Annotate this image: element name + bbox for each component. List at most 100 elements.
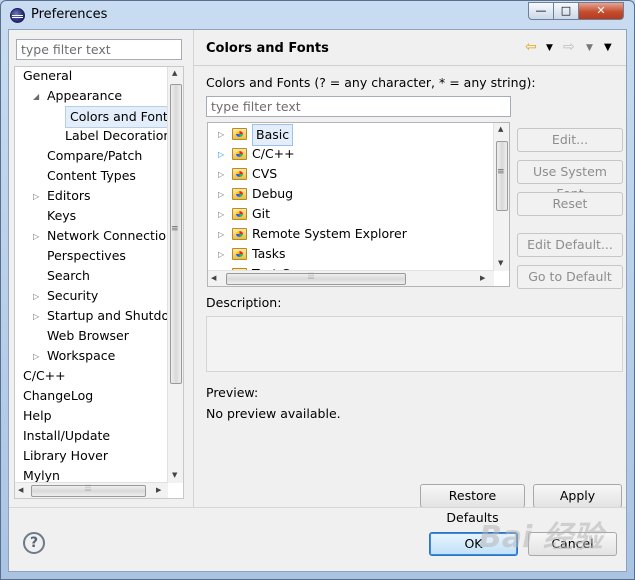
tree-item[interactable]: General xyxy=(23,67,73,86)
color-folder-icon xyxy=(232,148,247,160)
tree-item[interactable]: ▷ Editors xyxy=(33,186,91,206)
collapsed-triangle-icon[interactable]: ▷ xyxy=(218,165,224,185)
view-menu-icon[interactable]: ▼ xyxy=(604,42,612,53)
reset-button[interactable]: Reset xyxy=(517,192,623,216)
scroll-left-arrow-icon[interactable]: ◀ xyxy=(211,274,216,282)
maximize-button[interactable]: □ xyxy=(553,2,579,20)
tree-item[interactable]: Help xyxy=(23,406,52,426)
tree-item[interactable]: Web Browser xyxy=(47,326,129,346)
tree-item-label: ChangeLog xyxy=(23,388,94,403)
tree-item[interactable]: Compare/Patch xyxy=(47,146,142,166)
collapsed-triangle-icon[interactable]: ▷ xyxy=(33,227,39,247)
tree-vertical-scrollbar[interactable]: ▲ ≡ ▼ xyxy=(167,67,183,483)
tree-item[interactable]: Perspectives xyxy=(47,246,126,266)
collapsed-triangle-icon[interactable]: ▷ xyxy=(33,307,39,327)
preferences-filter-input[interactable]: type filter text xyxy=(16,39,182,60)
colors-tree-vertical-scrollbar[interactable]: ▲ ≡ ▼ xyxy=(493,123,509,271)
minimize-button[interactable]: — xyxy=(528,2,554,20)
use-system-font-button[interactable]: Use System Font xyxy=(517,160,623,201)
preferences-tree[interactable]: General ◢ Appearance Colors and Fonts Label … xyxy=(14,66,184,499)
tree-item[interactable]: Label Decorations xyxy=(65,126,178,146)
tree-item-label: Help xyxy=(23,408,52,423)
edit-default-button[interactable]: Edit Default... xyxy=(517,233,623,257)
scroll-right-arrow-icon[interactable]: ▶ xyxy=(480,274,485,282)
edit-button[interactable]: Edit... xyxy=(517,128,623,152)
tree-item-label: Content Types xyxy=(47,168,136,183)
collapsed-triangle-icon[interactable]: ▷ xyxy=(218,245,224,265)
baidu-watermark: Bai 经验 xyxy=(479,520,603,555)
page-header: Colors and Fonts ⇦ ▼ ⇨ ▼ ▼ xyxy=(194,30,626,66)
forward-arrow-icon[interactable]: ⇨ xyxy=(563,39,575,55)
scroll-left-arrow-icon[interactable]: ◀ xyxy=(18,486,23,494)
tree-horizontal-scrollbar[interactable]: ◀ ⦙⦙⦙ ▶ xyxy=(15,482,168,498)
color-category-label: C/C++ xyxy=(252,146,295,161)
color-folder-icon xyxy=(232,208,247,220)
forward-history-dropdown-icon[interactable]: ▼ xyxy=(586,43,593,53)
colors-fonts-tree[interactable]: ▷ Basic ▷ C/C++ ▷ CVS ▷ Debug ▷ Git ▷ Remote System… xyxy=(207,122,510,287)
colors-tree-hscroll-thumb[interactable] xyxy=(226,273,406,285)
color-category-label: Debug xyxy=(252,186,294,201)
back-arrow-icon[interactable]: ⇦ xyxy=(525,39,537,55)
close-button[interactable]: ✕ xyxy=(578,2,624,20)
tree-item-label: Label Decorations xyxy=(65,128,178,143)
panel-sash[interactable] xyxy=(193,30,194,507)
page-title: Colors and Fonts xyxy=(206,41,329,56)
color-category-label: Remote System Explorer xyxy=(252,226,407,241)
tree-item[interactable]: Install/Update xyxy=(23,426,110,446)
scroll-down-arrow-icon[interactable]: ▼ xyxy=(498,259,503,267)
tree-item[interactable]: Keys xyxy=(47,206,76,226)
collapsed-triangle-icon[interactable]: ▷ xyxy=(33,287,39,307)
window-title: Preferences xyxy=(31,7,108,22)
tree-item[interactable]: ▷ Security xyxy=(33,286,99,306)
tree-item-label: Security xyxy=(47,288,99,303)
color-folder-icon xyxy=(232,248,247,260)
tree-item[interactable]: ▷ Workspace xyxy=(33,346,115,366)
tree-item[interactable]: ▷ Startup and Shutdown xyxy=(33,306,183,326)
tree-item-label: Install/Update xyxy=(23,428,111,443)
scroll-grip-icon: ≡ xyxy=(171,224,179,234)
restore-defaults-button[interactable]: Restore Defaults xyxy=(420,484,525,525)
tree-item[interactable]: Colors and Fonts xyxy=(65,106,180,128)
tree-item-label: General xyxy=(23,68,73,83)
tree-item[interactable]: ChangeLog xyxy=(23,386,93,406)
tree-scroll-thumb[interactable] xyxy=(170,84,182,384)
tree-item[interactable]: Library Hover xyxy=(23,446,108,466)
preview-label: Preview: xyxy=(206,385,259,400)
go-to-default-button[interactable]: Go to Default xyxy=(517,265,623,289)
back-history-dropdown-icon[interactable]: ▼ xyxy=(546,43,553,53)
expanded-triangle-icon[interactable]: ◢ xyxy=(33,87,39,107)
collapsed-triangle-icon[interactable]: ▷ xyxy=(218,225,224,245)
tree-item[interactable]: Search xyxy=(47,266,90,286)
scroll-down-arrow-icon[interactable]: ▼ xyxy=(172,471,177,479)
tree-item-label: Web Browser xyxy=(47,328,129,343)
collapsed-triangle-icon[interactable]: ▷ xyxy=(33,187,39,207)
tree-item-label: Perspectives xyxy=(47,248,126,263)
apply-button[interactable]: Apply xyxy=(533,484,622,508)
collapsed-triangle-icon[interactable]: ▷ xyxy=(218,125,224,145)
collapsed-triangle-icon[interactable]: ▷ xyxy=(33,347,39,367)
scroll-up-arrow-icon[interactable]: ▲ xyxy=(172,69,177,77)
tree-item[interactable]: ▷ Network Connections xyxy=(33,226,180,246)
color-category-label: CVS xyxy=(252,166,278,181)
hscroll-grip-icon: ⦙⦙⦙ xyxy=(85,484,92,494)
tree-item[interactable]: ◢ Appearance xyxy=(33,86,122,106)
title-bar[interactable]: Preferences — □ ✕ xyxy=(1,1,634,29)
collapsed-triangle-icon[interactable]: ▷ xyxy=(218,185,224,205)
tree-item-label: C/C++ xyxy=(23,368,66,383)
scroll-right-arrow-icon[interactable]: ▶ xyxy=(156,486,161,494)
color-category-label: Tasks xyxy=(252,246,286,261)
collapsed-triangle-icon[interactable]: ▷ xyxy=(218,145,224,165)
colors-filter-input[interactable]: type filter text xyxy=(206,96,511,117)
collapsed-triangle-icon[interactable]: ▷ xyxy=(218,205,224,225)
preferences-window: Preferences — □ ✕ type filter text Gener… xyxy=(0,0,635,580)
tree-item-label: Keys xyxy=(47,208,77,223)
scroll-up-arrow-icon[interactable]: ▲ xyxy=(498,125,503,133)
tree-item[interactable]: Content Types xyxy=(47,166,136,186)
tree-item[interactable]: C/C++ xyxy=(23,366,66,386)
tree-item-label: Compare/Patch xyxy=(47,148,143,163)
tree-item-label: Search xyxy=(47,268,90,283)
hscroll-grip-icon: ⦙⦙⦙ xyxy=(308,272,315,282)
help-icon[interactable]: ? xyxy=(23,532,45,554)
colors-tree-horizontal-scrollbar[interactable]: ◀ ⦙⦙⦙ ▶ xyxy=(208,270,494,286)
tree-item-label: Colors and Fonts xyxy=(65,106,180,128)
